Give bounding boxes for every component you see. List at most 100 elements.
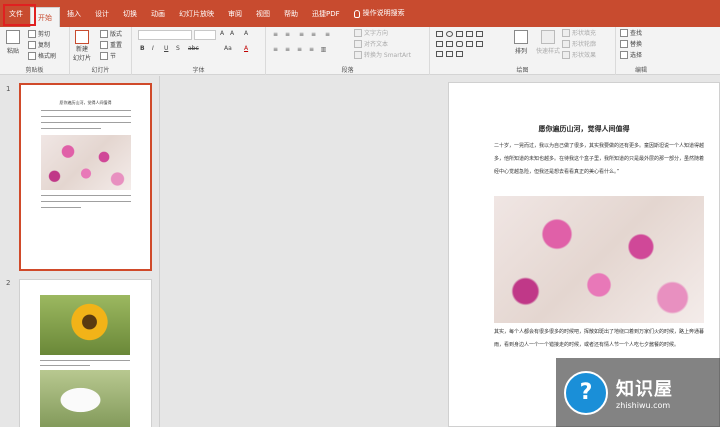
triangle-shape-icon[interactable] <box>466 31 473 37</box>
new-slide-button[interactable]: 新建 幻灯片 <box>73 30 91 62</box>
align-left-icon[interactable]: ≡ <box>272 46 279 53</box>
decrease-indent-icon[interactable]: ≡ <box>298 31 305 38</box>
clear-format-button[interactable]: A <box>244 30 248 37</box>
file-tab-highlight <box>3 4 36 26</box>
star-shape-icon[interactable] <box>466 41 473 47</box>
layout-button[interactable]: 版式 <box>100 29 122 38</box>
shrink-font-button[interactable]: A <box>230 30 234 37</box>
shape-effects-button[interactable]: 形状效果 <box>562 50 596 59</box>
bracket-shape-icon[interactable] <box>446 51 453 57</box>
clipboard-label: 剪贴板 <box>25 67 44 74</box>
slide-title[interactable]: 愿你遍历山河，觉得人间值得 <box>449 124 719 134</box>
paragraph-group: ≡ ≡ ≡ ≡ ≡ ≡ ≡ ≡ ≡ ▥ 文字方向 对齐文本 转换为 SmartA… <box>266 27 430 75</box>
cut-button[interactable]: 剪切 <box>28 29 50 38</box>
thumb-text-line <box>41 110 131 111</box>
font-name-input[interactable] <box>138 30 192 40</box>
align-text-icon <box>354 39 362 48</box>
slide-thumbnail-1[interactable]: 愿你遍历山河，觉得人间值得 <box>19 83 152 271</box>
connector-shape-icon[interactable] <box>436 51 443 57</box>
format-painter-button[interactable]: 格式刷 <box>28 51 56 60</box>
tab-review[interactable]: 审阅 <box>221 0 249 27</box>
brace-shape-icon[interactable] <box>476 41 483 47</box>
shadow-button[interactable]: S <box>176 45 180 52</box>
editing-group: 查找 替换 选择 编辑 <box>616 27 666 75</box>
effects-icon <box>562 50 570 59</box>
tell-me-search[interactable]: 操作说明搜索 <box>347 0 412 27</box>
tab-animations[interactable]: 动画 <box>144 0 172 27</box>
align-center-icon[interactable]: ≡ <box>284 46 291 53</box>
clipboard-group: 粘贴 剪切 复制 格式刷 剪贴板 <box>0 27 70 75</box>
slide-paragraph-1[interactable]: 二十岁，一晃而过，我以为自己做了很多，其实我要做的还有更多。童因斯坦说一个人知道… <box>494 140 708 179</box>
quick-styles-button[interactable]: 快速样式 <box>536 30 560 55</box>
font-color-button[interactable]: A <box>244 45 248 52</box>
line-shape-icon[interactable] <box>476 31 483 37</box>
tab-view[interactable]: 视图 <box>249 0 277 27</box>
watermark-title: 知识屋 <box>616 379 673 400</box>
align-text-button[interactable]: 对齐文本 <box>354 39 388 48</box>
replace-button[interactable]: 替换 <box>620 39 642 48</box>
arrow-shape-icon[interactable] <box>436 41 443 47</box>
align-right-icon[interactable]: ≡ <box>296 46 303 53</box>
slide-thumbnail-2[interactable] <box>19 279 152 427</box>
textbox-shape-icon[interactable] <box>456 31 463 37</box>
thumb-text-line <box>40 360 130 361</box>
text-direction-icon <box>354 28 362 37</box>
search-label: 操作说明搜索 <box>362 9 405 17</box>
rectangle-shape-icon[interactable] <box>436 31 443 37</box>
reset-button[interactable]: 重置 <box>100 40 122 49</box>
columns-icon[interactable]: ▥ <box>320 46 327 53</box>
arrange-button[interactable]: 排列 <box>514 30 528 55</box>
line-spacing-icon[interactable]: ≡ <box>324 31 331 38</box>
watermark-url: zhishiwu.com <box>616 401 671 410</box>
italic-button[interactable]: I <box>152 45 154 52</box>
shape-fill-button[interactable]: 形状填充 <box>562 28 596 37</box>
paragraph-label: 段落 <box>341 67 354 74</box>
ribbon: 粘贴 剪切 复制 格式刷 剪贴板 新建 幻灯片 版式 重置 节 幻灯片 A A … <box>0 27 720 75</box>
scissors-icon <box>28 29 36 38</box>
slide-thumbnail-pane[interactable]: 1 愿你遍历山河，觉得人间值得 2 <box>0 76 160 427</box>
drawing-group: 排列 快速样式 形状填充 形状轮廓 形状效果 绘图 <box>430 27 616 75</box>
rounded-rect-shape-icon[interactable] <box>456 41 463 47</box>
watermark: ? 知识屋 zhishiwu.com <box>556 358 720 427</box>
text-direction-button[interactable]: 文字方向 <box>354 28 388 37</box>
new-slide-icon <box>75 30 89 44</box>
bold-button[interactable]: B <box>140 45 145 52</box>
slide-paragraph-2[interactable]: 其实，每个人都会有很多很多的时候吧，挥散如斑出了地绕口着到万家们火的时候，路上奔… <box>494 326 708 352</box>
grow-font-button[interactable]: A <box>220 30 224 37</box>
ribbon-tab-bar: 文件 开始 插入 设计 切换 动画 幻灯片放映 审阅 视图 帮助 迅捷PDF 操… <box>0 0 720 27</box>
smartart-icon <box>354 50 362 59</box>
thumbnail-sunflower-image <box>40 295 130 355</box>
editing-label: 编辑 <box>634 67 647 74</box>
section-button[interactable]: 节 <box>100 51 116 60</box>
paste-button[interactable]: 粘贴 <box>6 30 20 55</box>
tab-insert[interactable]: 插入 <box>60 0 88 27</box>
tab-pdf[interactable]: 迅捷PDF <box>305 0 347 27</box>
increase-indent-icon[interactable]: ≡ <box>310 31 317 38</box>
underline-button[interactable]: U <box>164 45 168 52</box>
select-button[interactable]: 选择 <box>620 50 642 59</box>
font-size-input[interactable] <box>194 30 216 40</box>
font-label: 字体 <box>192 67 205 74</box>
strikethrough-button[interactable]: abc <box>188 45 199 52</box>
callout-shape-icon[interactable] <box>446 41 453 47</box>
oval-shape-icon[interactable] <box>446 31 453 37</box>
justify-icon[interactable]: ≡ <box>308 46 315 53</box>
tab-help[interactable]: 帮助 <box>277 0 305 27</box>
copy-button[interactable]: 复制 <box>28 40 50 49</box>
tab-transitions[interactable]: 切换 <box>116 0 144 27</box>
quick-styles-icon <box>541 30 555 44</box>
curve-shape-icon[interactable] <box>456 51 463 57</box>
magnifier-icon <box>620 28 628 37</box>
tab-design[interactable]: 设计 <box>88 0 116 27</box>
slide-flower-image[interactable] <box>494 196 704 323</box>
thumb-text-line <box>41 201 131 202</box>
numbering-icon[interactable]: ≡ <box>284 31 291 38</box>
find-button[interactable]: 查找 <box>620 28 642 37</box>
change-case-button[interactable]: Aa <box>224 45 232 52</box>
shape-outline-button[interactable]: 形状轮廓 <box>562 39 596 48</box>
bullets-icon[interactable]: ≡ <box>272 31 279 38</box>
thumb-text-line <box>41 207 81 208</box>
tab-slideshow[interactable]: 幻灯片放映 <box>172 0 221 27</box>
slide-number-2: 2 <box>6 279 11 287</box>
convert-smartart-button[interactable]: 转换为 SmartArt <box>354 50 411 59</box>
